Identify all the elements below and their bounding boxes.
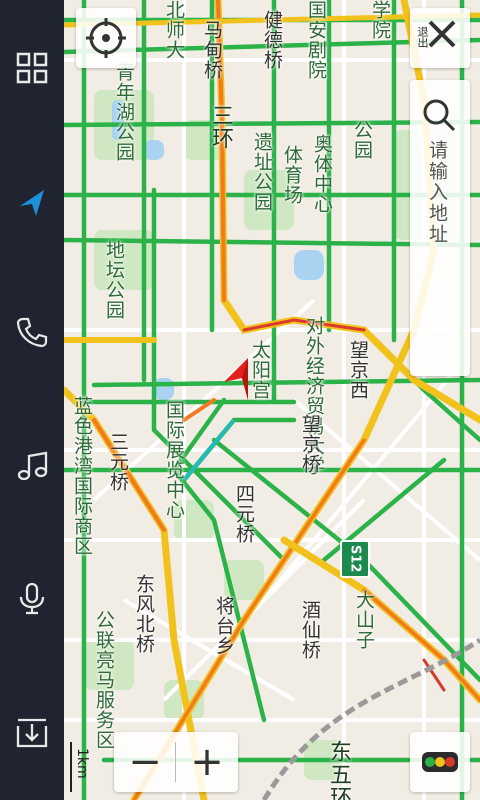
map-label: 公联亮马服务区 [93,610,115,750]
close-label: 退出 [416,26,429,48]
music-note-icon[interactable] [0,434,64,498]
map-label: 三元桥 [107,432,129,492]
map-label: 奥体中心 [311,134,333,214]
map-label: 望京西 [347,340,369,400]
traffic-toggle-button[interactable] [410,732,470,792]
scale-bar [70,742,72,792]
grid-icon[interactable] [0,36,64,100]
map-label: 酒仙桥 [299,600,321,660]
phone-icon[interactable] [0,300,64,364]
map-label: 蓝色港湾国际商区 [71,396,93,556]
zoom-out-button[interactable]: − [114,732,176,792]
traffic-light-icon [422,752,458,772]
map-view[interactable]: 北师大 马甸桥 健德桥 国安剧院 学院 青年湖公园 三环 遗址公园 体育场 奥体… [64,0,480,800]
map-label: 学院 [369,0,391,40]
route-shield: S12 [340,540,370,578]
scale-label: 1km [74,748,90,779]
map-label: 青年湖公园 [113,62,135,162]
navigation-arrow-icon[interactable] [0,170,64,234]
sidebar [0,0,64,800]
map-label: 东五环 [326,740,351,800]
map-label: 健德桥 [261,10,283,70]
map-label: 体育场 [281,145,303,205]
map-label: 太阳宫 [249,340,271,400]
map-label: 公园 [351,120,373,160]
map-label: 东风北桥 [133,574,155,654]
search-input[interactable]: 请输入地址 [424,140,451,245]
map-label: 北师大 [163,0,185,60]
search-icon [423,99,456,132]
locate-button[interactable] [76,8,136,68]
map-label: 大山子 [353,590,375,650]
search-panel[interactable]: 请输入地址 [410,80,470,376]
map-label: 国际展览中心 [163,400,185,520]
crosshair-icon [86,18,126,58]
microphone-icon[interactable] [0,566,64,630]
exit-icon[interactable] [0,700,64,764]
map-label: 国安剧院 [305,0,327,80]
map-label: 将台乡 [213,596,235,656]
map-label: 地坛公园 [103,240,125,320]
zoom-controls: − + [114,732,238,792]
close-button[interactable]: 退出 [410,8,470,68]
map-label: 马甸桥 [201,20,223,80]
zoom-in-button[interactable]: + [176,732,238,792]
map-label: 四元桥 [233,484,255,544]
car-marker [224,358,248,400]
map-label: 望京桥 [299,414,321,474]
map-label: 三环 [208,104,233,150]
map-label: 遗址公园 [251,132,273,212]
